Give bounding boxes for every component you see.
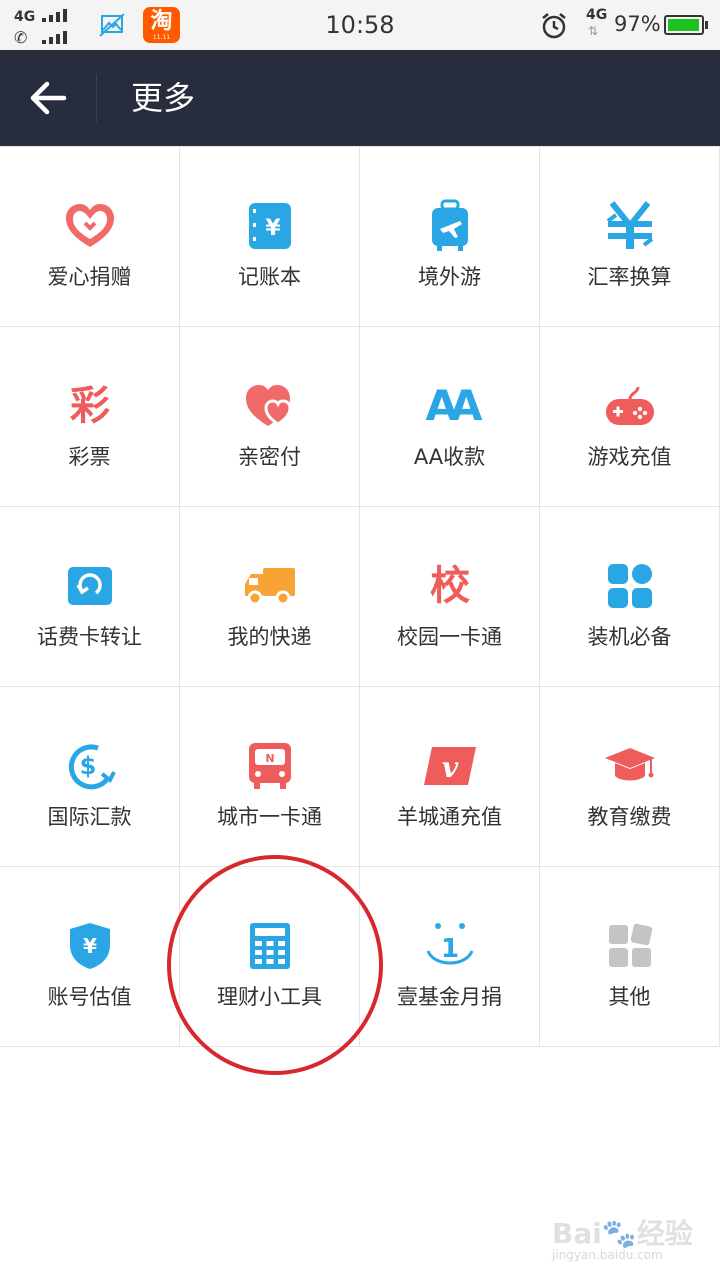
signal-icon [42, 8, 74, 22]
grid-item-overseas-travel[interactable]: 境外游 [360, 147, 540, 327]
grid-item-label: 壹基金月捐 [397, 985, 502, 1009]
grid-item-label: 境外游 [418, 265, 481, 289]
grid-item-others[interactable]: 其他 [540, 867, 720, 1047]
grid-item-label: 彩票 [68, 445, 111, 469]
grid-item-label: 教育缴费 [587, 805, 672, 829]
grid-item-label: AA收款 [413, 445, 486, 469]
clock: 10:58 [325, 11, 395, 39]
grid-item-one-foundation[interactable]: 1 壹基金月捐 [360, 867, 540, 1047]
more-grid-icon [600, 917, 660, 975]
title-divider [96, 74, 97, 122]
delivery-truck-icon [240, 557, 300, 615]
data-arrows-icon: ⇅ [588, 24, 599, 38]
watermark: Bai🐾经验 jingyan.baidu.com [552, 1212, 693, 1268]
grid-item-essential-apps[interactable]: 装机必备 [540, 507, 720, 687]
graduation-cap-icon [600, 737, 660, 795]
gamepad-icon [600, 377, 660, 435]
back-button[interactable] [20, 72, 76, 124]
grid-item-label: 其他 [608, 985, 651, 1009]
grid-item-label: 校园一卡通 [397, 625, 502, 649]
dollar-transfer-icon: $ [60, 737, 120, 795]
grid-item-account-book[interactable]: ¥ 记账本 [180, 147, 360, 327]
refresh-card-icon [60, 557, 120, 615]
double-heart-icon [240, 377, 300, 435]
grid-item-intimate-pay[interactable]: 亲密付 [180, 327, 360, 507]
svg-text:¥: ¥ [265, 216, 281, 241]
grid-item-label: 话费卡转让 [37, 625, 142, 649]
battery-percent: 97% [614, 12, 661, 36]
grid-item-lottery[interactable]: 彩 彩票 [0, 327, 180, 507]
status-bar: 4G ✆ 淘 11.11 10:58 4G ⇅ 97% [0, 0, 720, 50]
grid-item-campus-card[interactable]: 校 校园一卡通 [360, 507, 540, 687]
grid-item-label: 游戏充值 [587, 445, 672, 469]
yen-shield-icon: ¥ [60, 917, 120, 975]
svg-text:¥: ¥ [83, 934, 97, 958]
svg-text:1: 1 [441, 934, 459, 964]
grid-item-label: 城市一卡通 [217, 805, 322, 829]
taobao-icon: 淘 11.11 [143, 7, 180, 43]
alarm-icon [542, 13, 566, 39]
yen-exchange-icon [600, 197, 660, 255]
heart-outline-icon [60, 197, 120, 255]
grid-item-international-remittance[interactable]: $ 国际汇款 [0, 687, 180, 867]
title-bar: 更多 [0, 50, 720, 146]
grid-item-label: 羊城通充值 [397, 805, 502, 829]
back-arrow-icon [30, 81, 67, 115]
grid-item-education-payment[interactable]: 教育缴费 [540, 687, 720, 867]
highlight-circle [167, 855, 383, 1075]
grid-item-exchange-rate[interactable]: 汇率换算 [540, 147, 720, 327]
svg-text:N: N [265, 752, 274, 765]
svg-text:v: v [442, 751, 459, 784]
grid-item-city-card[interactable]: N 城市一卡通 [180, 687, 360, 867]
grid-item-label: 亲密付 [238, 445, 301, 469]
watermark-url: jingyan.baidu.com [552, 1248, 663, 1262]
luggage-plane-icon [420, 197, 480, 255]
network-type-label: 4G [586, 7, 608, 23]
school-icon: 校 [430, 563, 470, 609]
grid-item-game-recharge[interactable]: 游戏充值 [540, 327, 720, 507]
network-type-label: 4G [14, 9, 36, 25]
grid-item-yangchengtong[interactable]: v 羊城通充值 [360, 687, 540, 867]
account-book-icon: ¥ [240, 197, 300, 255]
bus-icon: N [240, 737, 300, 795]
svg-text:$: $ [80, 752, 97, 780]
grid-item-label: 国际汇款 [47, 805, 132, 829]
aa-icon: AA [425, 381, 482, 430]
grid-item-label: 汇率换算 [587, 265, 672, 289]
signal-group: 4G ✆ [14, 6, 76, 46]
grid-item-account-valuation[interactable]: ¥ 账号估值 [0, 867, 180, 1047]
grid-item-aa-collect[interactable]: AA AA收款 [360, 327, 540, 507]
grid-item-label: 爱心捐赠 [47, 265, 132, 289]
grid-item-love-donation[interactable]: 爱心捐赠 [0, 147, 180, 327]
image-icon [99, 13, 125, 37]
grid-item-label: 装机必备 [587, 625, 672, 649]
battery-icon [664, 15, 708, 35]
grid-item-label: 记账本 [238, 265, 301, 289]
grid-item-label: 我的快递 [227, 625, 312, 649]
smile-one-icon: 1 [420, 917, 480, 975]
lottery-icon: 彩 [70, 383, 110, 429]
apps-grid-icon [600, 557, 660, 615]
signal-icon [42, 30, 74, 44]
grid-item-phone-card-transfer[interactable]: 话费卡转让 [0, 507, 180, 687]
page-title: 更多 [131, 79, 196, 117]
grid-item-label: 账号估值 [47, 985, 132, 1009]
phone-signal-icon: ✆ [14, 28, 28, 47]
grid-item-my-delivery[interactable]: 我的快递 [180, 507, 360, 687]
v-card-icon: v [420, 737, 480, 795]
watermark-logo: Bai🐾经验 [552, 1217, 693, 1250]
